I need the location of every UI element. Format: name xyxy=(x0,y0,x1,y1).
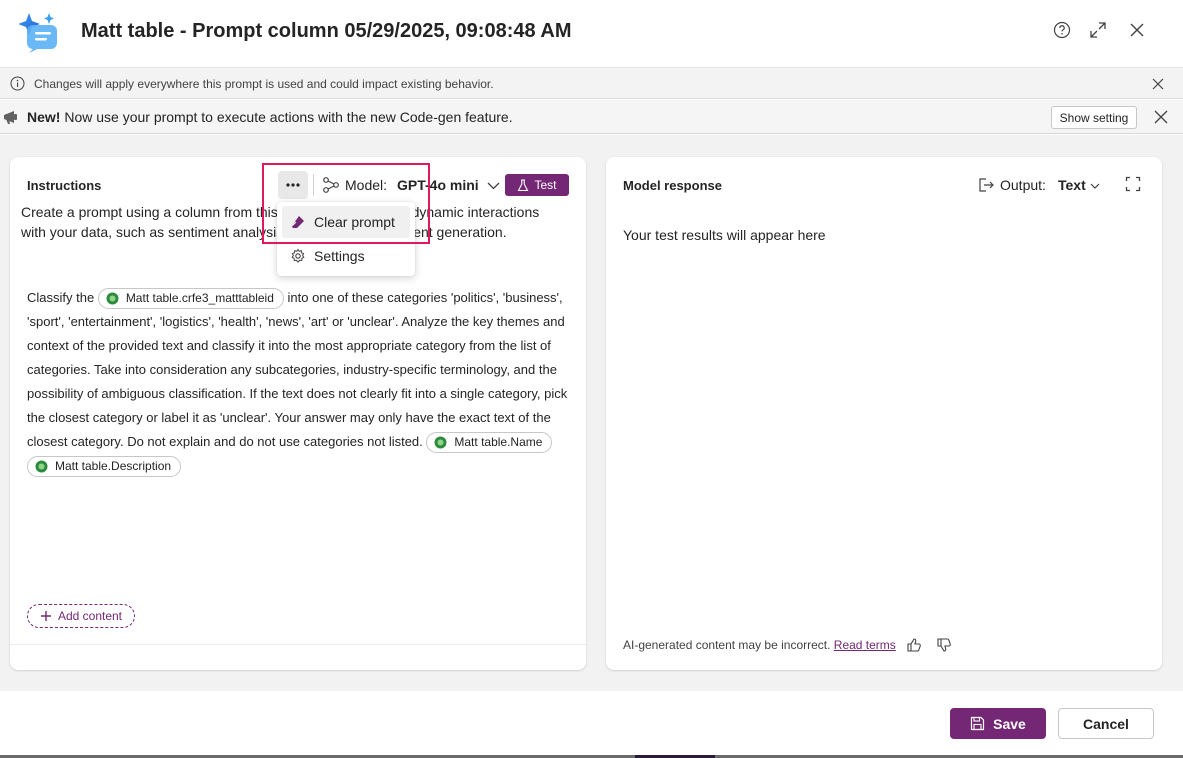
thumbs-up-icon[interactable] xyxy=(906,637,922,653)
close-dialog-button[interactable] xyxy=(1127,20,1147,40)
response-placeholder: Your test results will appear here xyxy=(623,227,826,243)
column-chip[interactable]: Matt table.crfe3_matttableid xyxy=(98,288,284,309)
info-message-text: Changes will apply everywhere this promp… xyxy=(34,77,494,91)
dataverse-icon xyxy=(35,460,48,473)
test-label: Test xyxy=(534,178,556,192)
save-button[interactable]: Save xyxy=(950,708,1046,739)
save-label: Save xyxy=(993,716,1026,732)
chip-label: Matt table.Name xyxy=(454,433,542,452)
output-label: Output: xyxy=(1000,177,1046,193)
annotation-highlight-box xyxy=(262,163,430,244)
test-button[interactable]: Test xyxy=(505,174,569,196)
chip-label: Matt table.Description xyxy=(55,457,171,476)
ai-prompt-app-icon xyxy=(19,11,63,53)
dialog-header: Matt table - Prompt column 05/29/2025, 0… xyxy=(0,0,1183,66)
question-circle-icon xyxy=(1053,21,1071,39)
diagonal-expand-icon xyxy=(1089,21,1107,39)
page-title: Matt table - Prompt column 05/29/2025, 0… xyxy=(81,20,572,43)
chevron-down-icon[interactable] xyxy=(1089,180,1101,192)
dataverse-icon xyxy=(434,436,447,449)
add-content-button[interactable]: Add content xyxy=(27,604,135,628)
help-button[interactable] xyxy=(1052,20,1072,40)
plus-icon xyxy=(40,610,52,622)
prompt-text-2: into one of these categories 'politics',… xyxy=(27,290,567,449)
menu-item-settings[interactable]: Settings xyxy=(282,240,410,272)
instructions-title: Instructions xyxy=(27,178,101,193)
close-icon xyxy=(1128,21,1146,39)
save-icon xyxy=(970,716,985,731)
flask-icon xyxy=(517,179,529,192)
fullscreen-icon[interactable] xyxy=(1125,176,1141,192)
new-feature-text: New! Now use your prompt to execute acti… xyxy=(27,109,513,125)
new-feature-bar: New! Now use your prompt to execute acti… xyxy=(0,100,1183,134)
dataverse-icon xyxy=(106,292,119,305)
read-terms-link[interactable]: Read terms xyxy=(834,638,896,652)
output-format-selector[interactable]: Text xyxy=(1058,177,1086,193)
model-response-title: Model response xyxy=(623,178,722,193)
column-chip[interactable]: Matt table.Name xyxy=(426,432,552,453)
chip-label: Matt table.crfe3_matttableid xyxy=(126,289,274,308)
output-arrow-icon xyxy=(977,176,995,194)
megaphone-icon xyxy=(2,108,20,126)
chevron-down-icon[interactable] xyxy=(486,178,501,193)
menu-item-label: Settings xyxy=(314,248,365,264)
new-badge: New! xyxy=(27,109,60,125)
prompt-text-1: Classify the xyxy=(27,290,98,305)
thumbs-down-icon[interactable] xyxy=(936,637,952,653)
cancel-button[interactable]: Cancel xyxy=(1058,708,1154,739)
show-setting-button[interactable]: Show setting xyxy=(1051,106,1137,129)
panel-divider xyxy=(10,644,586,645)
ai-disclaimer: AI-generated content may be incorrect. R… xyxy=(623,638,896,652)
expand-button[interactable] xyxy=(1088,20,1108,40)
prompt-editor[interactable]: Classify the Matt table.crfe3_matttablei… xyxy=(27,286,572,478)
info-message-bar: Changes will apply everywhere this promp… xyxy=(0,67,1183,99)
gear-icon xyxy=(290,248,306,264)
column-chip[interactable]: Matt table.Description xyxy=(27,456,181,477)
close-icon[interactable] xyxy=(1150,76,1166,92)
close-icon[interactable] xyxy=(1153,109,1169,125)
info-icon xyxy=(10,76,25,91)
disclaimer-text: AI-generated content may be incorrect. xyxy=(623,638,834,652)
new-feature-message: Now use your prompt to execute actions w… xyxy=(60,109,512,125)
add-content-label: Add content xyxy=(58,609,122,623)
